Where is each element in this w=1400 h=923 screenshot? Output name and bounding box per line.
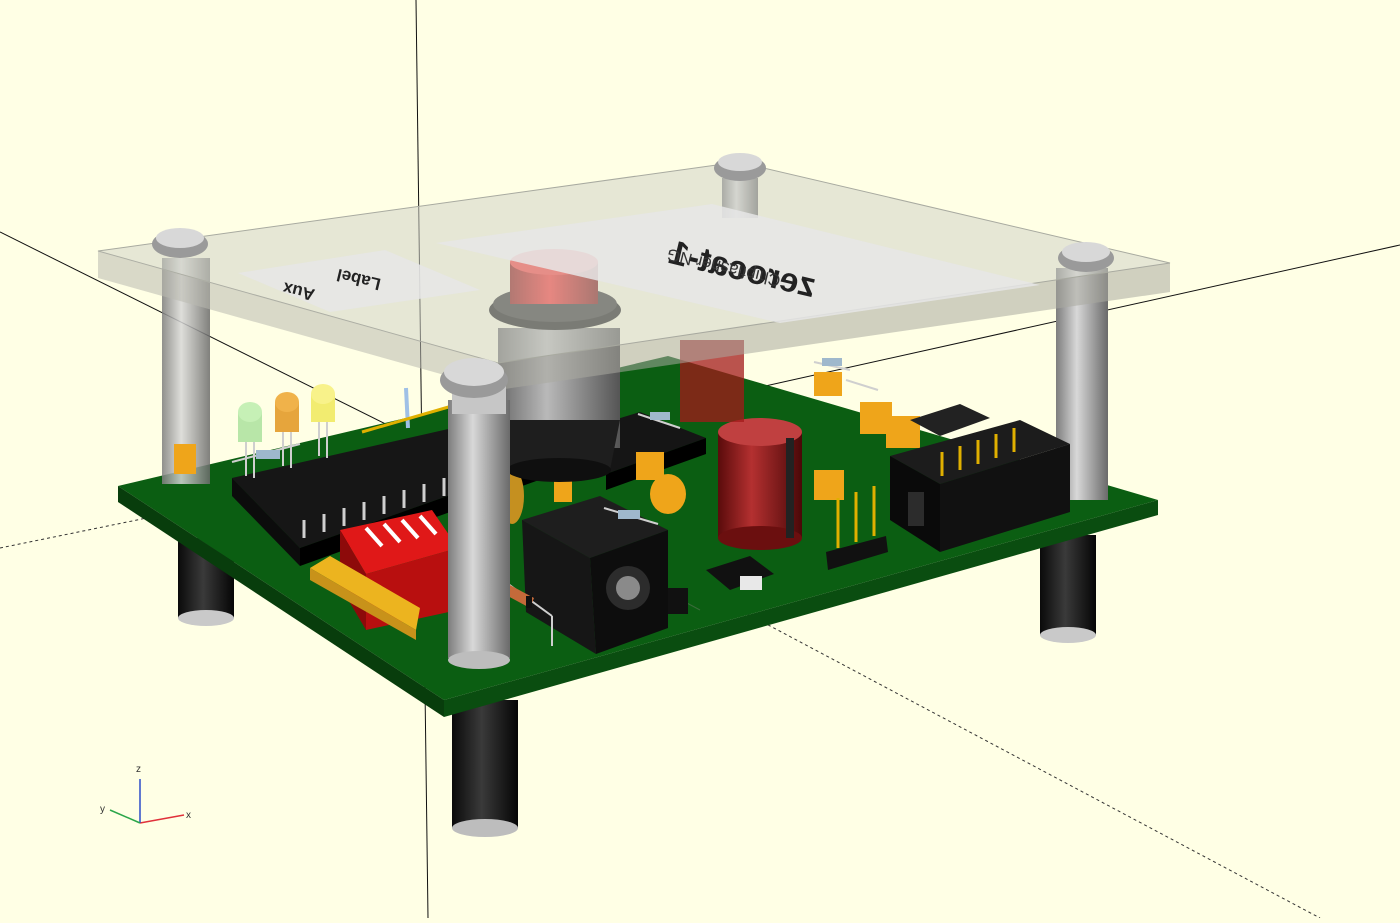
axis-x-label: x xyxy=(186,810,191,821)
axis-y-label: y xyxy=(100,804,105,815)
rear-foot-right xyxy=(1040,535,1096,643)
screw-rear-right xyxy=(1058,242,1114,272)
electrolytic-capacitor xyxy=(718,418,802,550)
screw-rear-left xyxy=(152,228,208,258)
acrylic-lid[interactable]: zerocat-1 Chipflasher NG Aux Label xyxy=(97,161,1171,390)
render-canvas[interactable]: zerocat-1 Chipflasher NG Aux Label x y z xyxy=(0,0,1400,919)
axis-z-label: z xyxy=(136,764,141,775)
screw-rear-center xyxy=(714,153,766,181)
3d-viewport[interactable]: zerocat-1 Chipflasher NG Aux Label x y z xyxy=(0,0,1400,919)
axes-indicator: x y z xyxy=(100,764,191,824)
standoff-front xyxy=(440,358,510,669)
front-foot xyxy=(452,700,518,837)
